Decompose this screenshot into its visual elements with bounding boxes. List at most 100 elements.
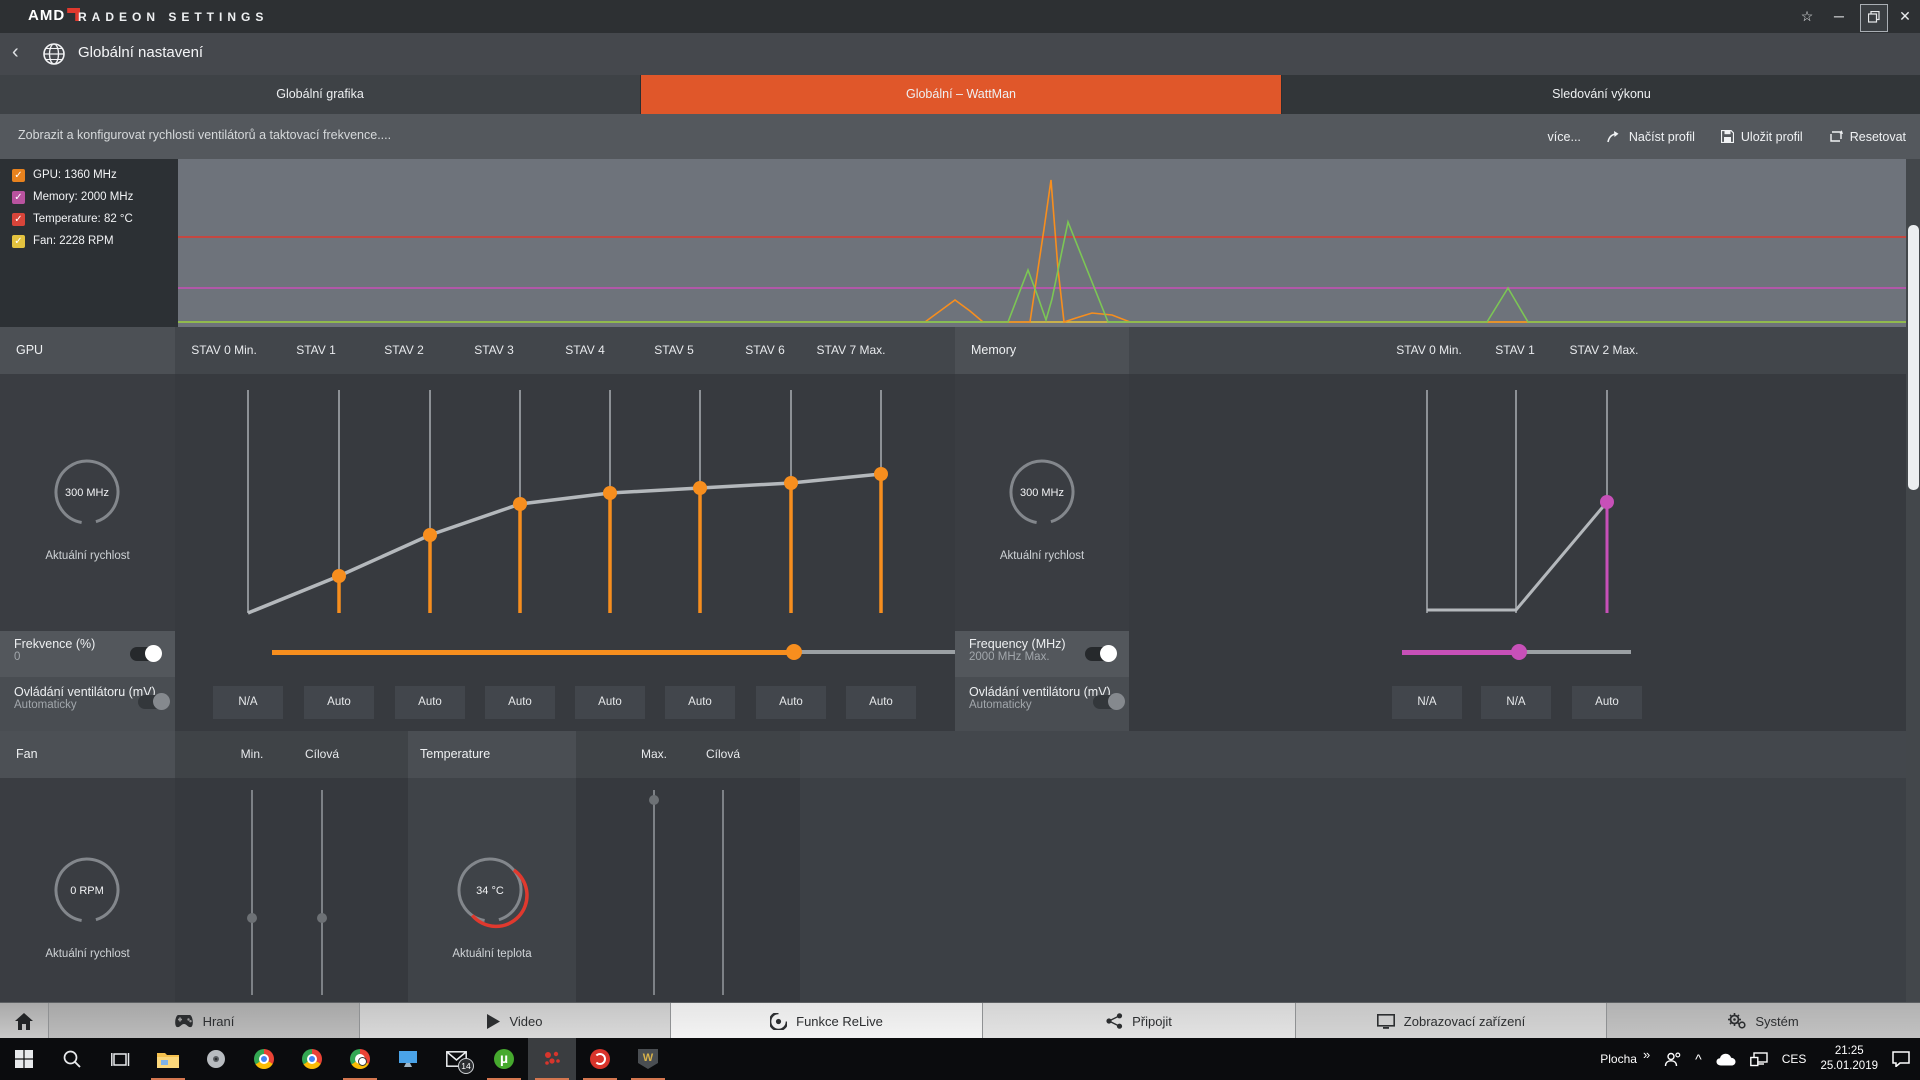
globe-icon xyxy=(42,42,66,66)
gpu-state-handle[interactable] xyxy=(513,497,527,511)
state-mode-button[interactable]: Auto xyxy=(304,686,374,719)
start-button[interactable] xyxy=(0,1038,48,1080)
utorrent-button[interactable]: µ xyxy=(480,1038,528,1080)
legend-checkbox[interactable]: ✓ xyxy=(12,235,25,248)
hidden-icons-caret[interactable]: ^ xyxy=(1695,1051,1702,1067)
state-mode-button[interactable]: N/A xyxy=(1481,686,1551,719)
gpu-state-sliders[interactable] xyxy=(175,374,955,631)
red-app-button[interactable] xyxy=(576,1038,624,1080)
search-button[interactable] xyxy=(48,1038,96,1080)
memory-frequency-cell: Frequency (MHz) 2000 MHz Max. xyxy=(955,631,1129,677)
state-mode-button[interactable]: N/A xyxy=(213,686,283,719)
fan-gauge-label: Aktuální rychlost xyxy=(45,948,129,960)
memory-state-sliders[interactable] xyxy=(1129,374,1920,631)
home-button[interactable] xyxy=(0,1003,49,1039)
load-profile-icon xyxy=(1607,130,1622,143)
nav-gaming[interactable]: Hraní xyxy=(49,1003,360,1039)
gpu-state-handle[interactable] xyxy=(784,476,798,490)
state-mode-button[interactable]: Auto xyxy=(1572,686,1642,719)
utorrent-icon: µ xyxy=(494,1049,514,1069)
state-mode-button[interactable]: Auto xyxy=(485,686,555,719)
desktop-toolbar-label[interactable]: Plocha xyxy=(1600,1052,1637,1066)
legend-label: GPU: 1360 MHz xyxy=(33,169,117,181)
temperature-gauge-panel: 34 °C Aktuální teplota xyxy=(408,778,576,1002)
tab-global-wattman[interactable]: Globální – WattMan xyxy=(641,75,1281,114)
state-mode-button[interactable]: Auto xyxy=(665,686,735,719)
save-profile-button[interactable]: Uložit profil xyxy=(1721,130,1803,144)
network-icon[interactable] xyxy=(1750,1052,1768,1067)
nav-display[interactable]: Zobrazovací zařízení xyxy=(1296,1003,1607,1039)
temperature-sliders[interactable] xyxy=(576,778,800,1002)
memory-state-handle[interactable] xyxy=(1600,495,1614,509)
reset-button[interactable]: Resetovat xyxy=(1829,130,1906,144)
taskbar-clock[interactable]: 21:25 25.01.2019 xyxy=(1820,1044,1878,1074)
state-mode-button[interactable]: N/A xyxy=(1392,686,1462,719)
gpu-speed-gauge: 300 MHz xyxy=(47,452,127,532)
memory-frequency-toggle[interactable] xyxy=(1085,647,1115,661)
wot-icon: W xyxy=(638,1049,658,1069)
gpu-state-handle[interactable] xyxy=(874,467,888,481)
legend-checkbox[interactable]: ✓ xyxy=(12,213,25,226)
slider-handle[interactable] xyxy=(649,795,659,805)
memory-frequency-slider-thumb[interactable] xyxy=(1511,644,1527,660)
mail-app-button[interactable]: 14 xyxy=(432,1038,480,1080)
page-title: Globální nastavení xyxy=(78,44,203,61)
fan-sliders[interactable] xyxy=(175,778,408,1002)
chrome-profile1-button[interactable] xyxy=(240,1038,288,1080)
memory-voltage-toggle[interactable] xyxy=(1093,695,1123,709)
slider-handle[interactable] xyxy=(247,913,257,923)
pc-app-button[interactable] xyxy=(384,1038,432,1080)
gpu-frequency-slider-thumb[interactable] xyxy=(786,644,802,660)
chrome-profile2-button[interactable] xyxy=(288,1038,336,1080)
chrome-profile3-button[interactable] xyxy=(336,1038,384,1080)
legend-checkbox[interactable]: ✓ xyxy=(12,169,25,182)
slider-handle[interactable] xyxy=(317,913,327,923)
task-view-button[interactable] xyxy=(96,1038,144,1080)
relive-icon xyxy=(770,1013,787,1030)
nav-connect[interactable]: Připojit xyxy=(983,1003,1296,1039)
clock-section: 300 MHz Aktuální rychlost 300 MHz Aktuál… xyxy=(0,374,1920,631)
scrollbar-thumb[interactable] xyxy=(1908,225,1919,490)
tab-bar: Globální grafika Globální – WattMan Sled… xyxy=(0,75,1920,114)
state-mode-button[interactable]: Auto xyxy=(575,686,645,719)
back-button[interactable]: ‹ xyxy=(12,41,19,64)
gpu-state-handle[interactable] xyxy=(423,528,437,542)
language-indicator[interactable]: CES xyxy=(1782,1052,1807,1066)
people-icon[interactable] xyxy=(1664,1052,1681,1067)
onedrive-cloud-icon[interactable] xyxy=(1716,1053,1736,1066)
nav-system[interactable]: Systém xyxy=(1607,1003,1920,1039)
load-profile-button[interactable]: Načíst profil xyxy=(1607,130,1695,144)
search-icon xyxy=(63,1050,81,1068)
state-mode-button[interactable]: Auto xyxy=(846,686,916,719)
file-explorer-button[interactable] xyxy=(144,1038,192,1080)
monitor-icon xyxy=(1377,1014,1395,1029)
state-mode-button[interactable]: Auto xyxy=(395,686,465,719)
legend-checkbox[interactable]: ✓ xyxy=(12,191,25,204)
minimize-button[interactable]: ─ xyxy=(1826,4,1852,30)
toolbar-chevrons[interactable]: » xyxy=(1643,1047,1650,1062)
app-title: RADEON SETTINGS xyxy=(78,10,268,24)
gpu-frequency-toggle[interactable] xyxy=(130,647,160,661)
state-mode-button[interactable]: Auto xyxy=(756,686,826,719)
gears-icon xyxy=(1728,1013,1746,1029)
action-center-icon[interactable] xyxy=(1892,1051,1910,1067)
more-button[interactable]: více... xyxy=(1548,130,1581,144)
wot-button[interactable]: W xyxy=(624,1038,672,1080)
memory-frequency-slider-fill xyxy=(1402,650,1519,655)
tab-global-graphics[interactable]: Globální grafika xyxy=(0,75,641,114)
restore-button[interactable] xyxy=(1860,4,1888,32)
voltage-row: Ovládání ventilátoru (mV) Automaticky N/… xyxy=(0,677,1920,731)
radeon-settings-button[interactable] xyxy=(528,1038,576,1080)
favorite-star-icon[interactable]: ☆ xyxy=(1794,4,1820,30)
gpu-voltage-toggle[interactable] xyxy=(138,695,168,709)
close-button[interactable]: ✕ xyxy=(1892,4,1918,30)
gpu-state-handle[interactable] xyxy=(693,481,707,495)
chrome-icon xyxy=(254,1049,274,1069)
gpu-state-handle[interactable] xyxy=(332,569,346,583)
disc-app-button[interactable] xyxy=(192,1038,240,1080)
gpu-state-handle[interactable] xyxy=(603,486,617,500)
nav-relive[interactable]: Funkce ReLive xyxy=(671,1003,983,1039)
tab-performance-monitoring[interactable]: Sledování výkonu xyxy=(1281,75,1920,114)
legend-label: Memory: 2000 MHz xyxy=(33,191,133,203)
nav-video[interactable]: Video xyxy=(360,1003,671,1039)
